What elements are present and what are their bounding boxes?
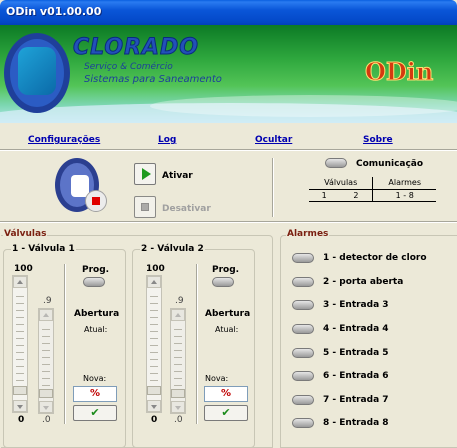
valve-2-min-label: 0	[151, 415, 158, 425]
valve-2-atual-label: Atual:	[215, 325, 239, 334]
valve-1-abertura-label: Abertura	[74, 309, 120, 319]
valve-2-prog-label: Prog.	[212, 265, 240, 275]
valve-1-divider	[64, 264, 66, 424]
alarm-1-led-icon	[292, 253, 314, 263]
valve-2-title: 2 - Válvula 2	[140, 244, 205, 254]
valve-2-fine-slider[interactable]	[170, 308, 186, 414]
valve-2-divider	[196, 264, 198, 424]
menu-sobre[interactable]: Sobre	[363, 135, 393, 145]
deactivate-button[interactable]	[134, 196, 156, 218]
alarm-3-led-icon	[292, 300, 314, 310]
valve-2-nova-input[interactable]: %	[204, 386, 248, 402]
odin-logo: ODin	[364, 57, 434, 87]
menu-configuracoes[interactable]: Configurações	[28, 135, 100, 145]
activate-button[interactable]	[134, 163, 156, 185]
valve-2-fine-max-label: .9	[175, 296, 184, 306]
deactivate-label: Desativar	[162, 204, 211, 214]
title-bar[interactable]: ODin v01.00.00	[0, 0, 457, 25]
alarm-7-label: 7 - Entrada 7	[323, 395, 389, 405]
activate-label: Ativar	[162, 171, 193, 181]
valve-2-max-label: 100	[146, 264, 165, 274]
menu-log[interactable]: Log	[158, 135, 176, 145]
clorado-logo-mark	[18, 47, 56, 95]
alarm-4-led-icon	[292, 324, 314, 334]
valve-1-fine-down-icon[interactable]	[39, 401, 53, 413]
alarm-3-label: 3 - Entrada 3	[323, 300, 389, 310]
valve-2-slider-down-icon[interactable]	[147, 400, 161, 412]
valve-1-fine-ticks	[42, 323, 50, 399]
window-title: ODin v01.00.00	[6, 5, 102, 18]
valve-1-slider[interactable]	[12, 275, 28, 413]
valve-2-slider-thumb[interactable]	[147, 386, 161, 395]
valve-2-fine-up-icon[interactable]	[171, 309, 185, 321]
alarm-4-label: 4 - Entrada 4	[323, 324, 389, 334]
valve-2-slider[interactable]	[146, 275, 162, 413]
valve-2-abertura-label: Abertura	[205, 309, 251, 319]
valve-2-nova-label: Nova:	[205, 374, 229, 383]
valve-1-slider-up-icon[interactable]	[13, 276, 27, 288]
valve-1-fine-min-label: .0	[42, 415, 51, 425]
valve-cell-1: 1	[309, 189, 340, 202]
valve-2-fine-min-label: .0	[174, 415, 183, 425]
alarm-8-led-icon	[292, 418, 314, 428]
valves-header: Válvulas	[309, 177, 373, 190]
valve-1-slider-thumb[interactable]	[13, 386, 27, 395]
alarm-8-label: 8 - Entrada 8	[323, 418, 389, 428]
alarm-1-label: 1 - detector de cloro	[323, 253, 427, 263]
valve-2-prog-led-icon	[212, 277, 234, 287]
valve-1-fine-thumb[interactable]	[39, 389, 53, 398]
communication-label: Comunicação	[356, 159, 424, 169]
brand-tagline-2: Sistemas para Saneamento	[84, 74, 222, 85]
alarm-7-led-icon	[292, 395, 314, 405]
stopped-status-icon	[85, 190, 107, 212]
valve-1-slider-ticks	[16, 290, 24, 398]
valve-1-title: 1 - Válvula 1	[11, 244, 76, 254]
menu-ocultar[interactable]: Ocultar	[255, 135, 292, 145]
valve-cell-2: 2	[339, 189, 373, 202]
valve-1-nova-input[interactable]: %	[73, 386, 117, 402]
valve-1-atual-label: Atual:	[84, 325, 108, 334]
alarm-5-label: 5 - Entrada 5	[323, 348, 389, 358]
brand-tagline-1: Serviço & Comércio	[84, 62, 173, 72]
communication-table: Válvulas Alarmes 1 2 1 - 8	[309, 177, 436, 202]
alarm-6-label: 6 - Entrada 6	[323, 371, 389, 381]
valve-2-fine-down-icon[interactable]	[171, 401, 185, 413]
stop-icon	[141, 203, 149, 211]
valve-1-nova-label: Nova:	[83, 374, 107, 383]
alarms-header: Alarmes	[372, 177, 436, 190]
valve-2-confirm-button[interactable]: ✔	[204, 405, 248, 421]
alarm-6-led-icon	[292, 371, 314, 381]
valve-2-fine-ticks	[174, 323, 182, 399]
valve-1-fine-slider[interactable]	[38, 308, 54, 414]
valve-1-max-label: 100	[14, 264, 33, 274]
play-icon	[142, 168, 151, 180]
valve-1-fine-max-label: .9	[43, 296, 52, 306]
menu-separator	[0, 149, 457, 151]
banner-wave-highlight	[150, 95, 457, 117]
valve-1-prog-label: Prog.	[82, 265, 110, 275]
status-divider	[272, 158, 274, 217]
alarms-group-title: Alarmes	[286, 229, 330, 239]
valves-group-title: Válvulas	[3, 229, 48, 239]
valve-1-prog-led-icon	[83, 277, 105, 287]
alarms-cell: 1 - 8	[372, 189, 436, 202]
valve-2-fine-thumb[interactable]	[171, 389, 185, 398]
alarms-group	[280, 235, 457, 448]
valve-2-slider-up-icon[interactable]	[147, 276, 161, 288]
alarm-2-label: 2 - porta aberta	[323, 277, 404, 287]
valve-2-slider-ticks	[150, 290, 158, 398]
brand-name: CLORADO	[72, 35, 200, 61]
valve-1-slider-down-icon[interactable]	[13, 400, 27, 412]
menu-bar: Configurações Log Ocultar Sobre	[0, 130, 457, 150]
alarm-5-led-icon	[292, 348, 314, 358]
alarm-2-led-icon	[292, 277, 314, 287]
header-banner: CLORADO Serviço & Comércio Sistemas para…	[0, 25, 457, 123]
valve-1-min-label: 0	[18, 415, 25, 425]
communication-led-icon	[325, 158, 347, 168]
status-separator	[0, 221, 457, 223]
valve-1-confirm-button[interactable]: ✔	[73, 405, 117, 421]
valve-1-fine-up-icon[interactable]	[39, 309, 53, 321]
